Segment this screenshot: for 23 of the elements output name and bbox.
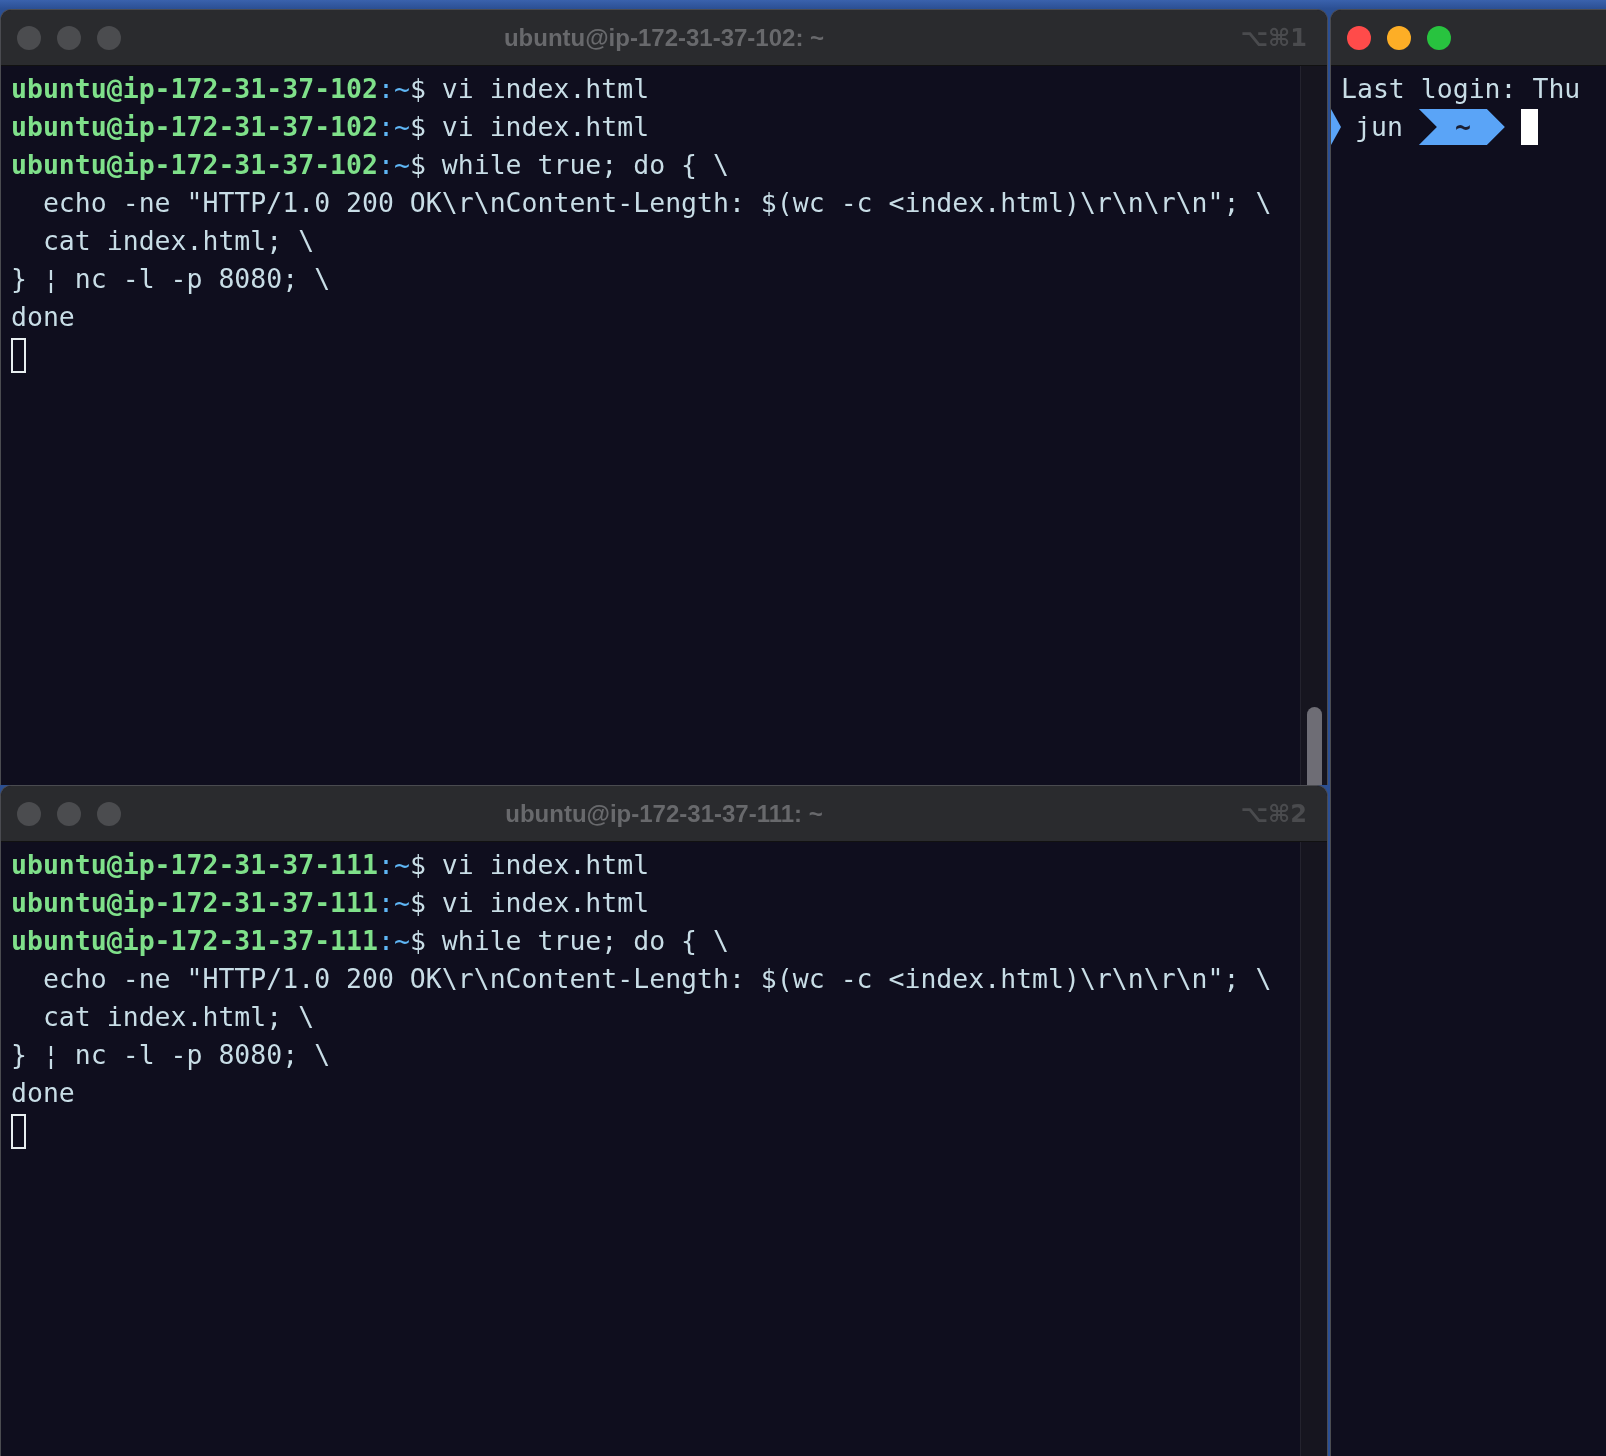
terminal-line: cat index.html; \ — [41, 224, 316, 258]
terminal-line: ubuntu@ip-172-31-37-111:~$ vi index.html — [11, 886, 651, 920]
terminal-line: ubuntu@ip-172-31-37-111:~$ while true; do { \ — [11, 924, 730, 958]
terminal-line: done — [11, 300, 76, 334]
window-title: ubuntu@ip-172-31-37-111: ~ — [505, 799, 823, 828]
terminal-line: } ¦ nc -l -p 8080; \ — [11, 1038, 332, 1072]
terminal-line: } ¦ nc -l -p 8080; \ — [11, 262, 332, 296]
terminal-line: ubuntu@ip-172-31-37-111:~$ vi index.html — [11, 848, 651, 882]
terminal-line: cat index.html; \ — [41, 1000, 316, 1034]
scrollbar-thumb[interactable] — [1306, 707, 1322, 785]
terminal-line: done — [11, 1076, 76, 1110]
prompt-path: ~ — [1418, 109, 1505, 145]
terminal-line: ubuntu@ip-172-31-37-102:~$ while true; do { \ — [11, 148, 730, 182]
minimize-button[interactable] — [1387, 25, 1411, 50]
prompt-user: jun — [1355, 110, 1403, 144]
terminal-line: echo -ne "HTTP/1.0 200 OK\r\nContent-Length: $(wc -c <index.html)\r\n\r\n"; \ — [41, 186, 1273, 220]
terminal-line: Last login: Thu — [1341, 72, 1582, 106]
zoom-button[interactable] — [1427, 25, 1451, 50]
terminal-line: ubuntu@ip-172-31-37-102:~$ vi index.html — [11, 110, 651, 144]
terminal-line: echo -ne "HTTP/1.0 200 OK\r\nContent-Length: $(wc -c <index.html)\r\n\r\n"; \ — [41, 962, 1273, 996]
close-button[interactable] — [1347, 25, 1371, 50]
terminal-line: ubuntu@ip-172-31-37-102:~$ vi index.html — [11, 72, 651, 106]
window-title: ubuntu@ip-172-31-37-102: ~ — [503, 23, 825, 52]
